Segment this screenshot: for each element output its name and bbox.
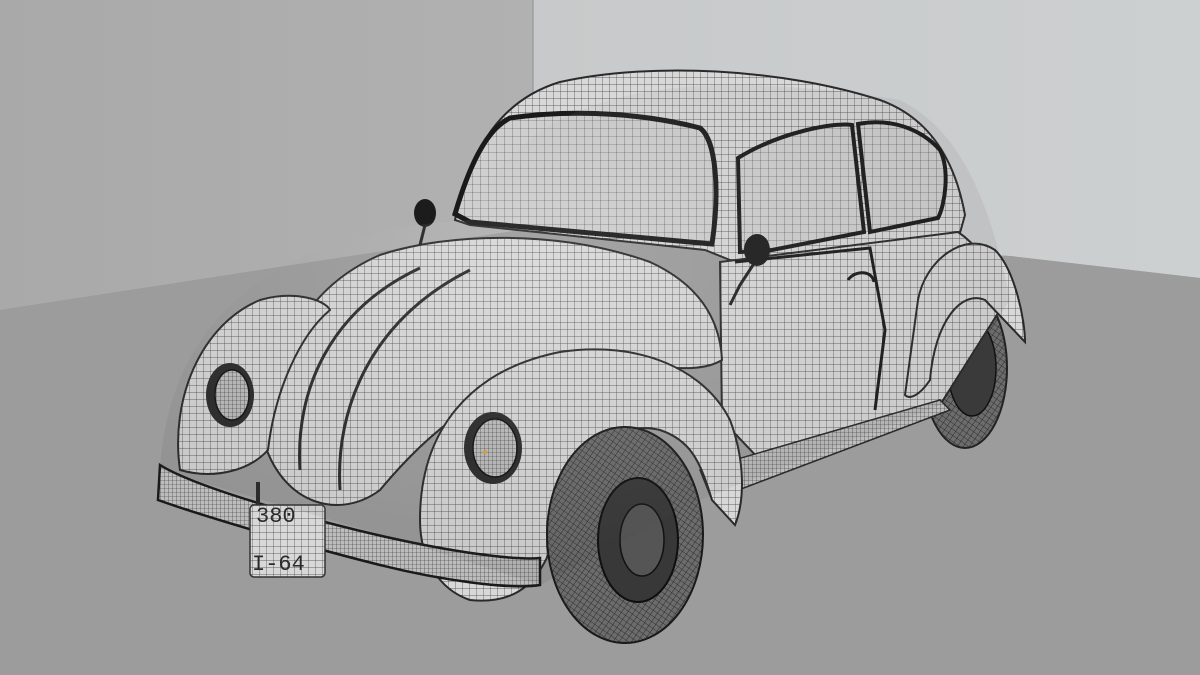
license-plate: 380 I-64	[249, 504, 326, 578]
3d-wireframe-render: 380 I-64	[0, 0, 1200, 675]
license-plate-line2: I-64	[252, 552, 305, 577]
